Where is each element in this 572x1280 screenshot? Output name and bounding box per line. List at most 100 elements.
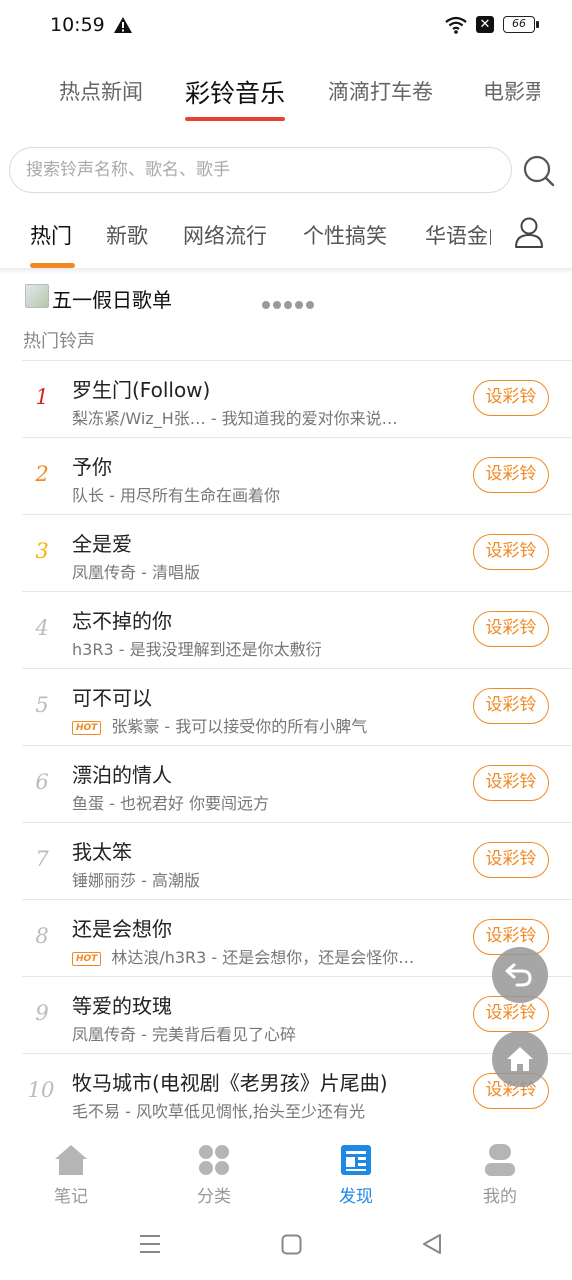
set-ringtone-button[interactable]: 设彩铃: [473, 457, 549, 493]
song-title: 牧马城市(电视剧《老男孩》片尾曲): [72, 1071, 388, 1095]
song-title: 漂泊的情人: [72, 763, 172, 787]
nav-label: 分类: [197, 1187, 231, 1207]
song-row[interactable]: 8 还是会想你 HOT 林达浪/h3R3 - 还是会想你，还是会怪你… 设彩铃: [22, 899, 572, 976]
song-row[interactable]: 6 漂泊的情人 鱼蛋 - 也祝君好 你要闯远方 设彩铃: [22, 745, 572, 822]
pager-dot: [295, 301, 303, 309]
home-icon: [507, 1047, 533, 1071]
song-title: 等爱的玫瑰: [72, 994, 172, 1018]
category-tab-hot[interactable]: 热门: [30, 220, 72, 250]
hot-badge: HOT: [72, 952, 102, 966]
category-tab-web-popular[interactable]: 网络流行: [183, 220, 267, 250]
song-title: 我太笨: [72, 840, 132, 864]
discover-icon: [341, 1145, 371, 1175]
pager-dot: [284, 301, 292, 309]
song-row[interactable]: 3 全是爱 凤凰传奇 - 清唱版 设彩铃: [22, 514, 572, 591]
song-row[interactable]: 5 可不可以 HOT 张紫豪 - 我可以接受你的所有小脾气 设彩铃: [22, 668, 572, 745]
user-icon[interactable]: [513, 216, 545, 254]
song-rank: 3: [35, 539, 49, 563]
back-arrow-icon: [505, 963, 532, 987]
banner-title[interactable]: 五一假日歌单: [52, 284, 172, 313]
status-bar: 10:59 ✕ 66: [0, 0, 572, 52]
song-subtitle: 凤凰传奇 - 清唱版: [72, 563, 200, 582]
song-subtitle: 队长 - 用尽所有生命在画着你: [72, 486, 280, 505]
top-tab-movie-ticket[interactable]: 电影票: [483, 76, 540, 106]
top-tab-ringtone-music[interactable]: 彩铃音乐: [185, 74, 285, 110]
category-divider: [0, 268, 572, 274]
search-input[interactable]: [26, 148, 496, 192]
pager-dot: [262, 301, 270, 309]
top-tab-indicator: [185, 117, 285, 121]
status-time: 10:59: [50, 14, 105, 36]
song-subtitle-wrap: HOT 张紫豪 - 我可以接受你的所有小脾气: [72, 713, 467, 737]
battery-tip: [536, 21, 539, 28]
grid-icon: [199, 1145, 229, 1175]
system-navigation-bar: [0, 1217, 572, 1280]
song-rank: 4: [35, 616, 49, 640]
floating-home-button[interactable]: [492, 1031, 548, 1087]
floating-back-button[interactable]: [492, 947, 548, 1003]
set-ringtone-button[interactable]: 设彩铃: [473, 611, 549, 647]
song-row[interactable]: 7 我太笨 锤娜丽莎 - 高潮版 设彩铃: [22, 822, 572, 899]
song-rank: 5: [35, 693, 49, 717]
category-tab-clip: 华语金曲: [425, 214, 491, 254]
section-title: 热门铃声: [23, 331, 95, 352]
nav-label: 发现: [339, 1187, 373, 1207]
song-rank: 9: [35, 1001, 49, 1025]
set-ringtone-button[interactable]: 设彩铃: [473, 688, 549, 724]
category-tab-new-songs[interactable]: 新歌: [106, 220, 148, 250]
song-rank: 6: [35, 770, 49, 794]
top-tab-didi-voucher[interactable]: 滴滴打车卷: [328, 76, 433, 106]
hot-badge: HOT: [72, 721, 102, 735]
no-sim-icon: ✕: [476, 16, 494, 33]
song-subtitle: 锤娜丽莎 - 高潮版: [72, 871, 200, 890]
song-rank: 2: [35, 462, 49, 486]
category-tab-chinese-classics[interactable]: 华语金曲: [425, 220, 491, 250]
search-icon[interactable]: [522, 154, 556, 192]
song-row[interactable]: 2 予你 队长 - 用尽所有生命在画着你 设彩铃: [22, 437, 572, 514]
battery-icon: 66: [503, 16, 535, 33]
song-rank: 1: [35, 385, 49, 409]
banner-pager-dots: [262, 294, 317, 313]
search-box: [9, 147, 512, 193]
category-tab-funny[interactable]: 个性搞笑: [303, 220, 387, 250]
wifi-icon: [444, 15, 468, 39]
song-rank: 10: [27, 1078, 55, 1102]
song-rank: 8: [35, 924, 49, 948]
song-subtitle: 张紫豪 - 我可以接受你的所有小脾气: [111, 717, 368, 736]
bottom-navigation: 笔记 分类 发现 我的: [0, 1125, 572, 1217]
back-triangle-icon[interactable]: [421, 1233, 443, 1255]
song-title: 全是爱: [72, 532, 132, 556]
song-row[interactable]: 4 忘不掉的你 h3R3 - 是我没理解到还是你太敷衍 设彩铃: [22, 591, 572, 668]
home-square-icon[interactable]: [281, 1234, 302, 1255]
pager-dot: [273, 301, 281, 309]
song-subtitle-wrap: HOT 林达浪/h3R3 - 还是会想你，还是会怪你…: [72, 944, 467, 968]
profile-icon: [485, 1144, 515, 1176]
menu-icon[interactable]: [139, 1233, 161, 1255]
song-subtitle: 毛不易 - 风吹草低见惆怅,抬头至少还有光: [72, 1102, 366, 1121]
banner-thumbnail[interactable]: [25, 284, 49, 308]
song-row[interactable]: 1 罗生门(Follow) 梨冻紧/Wiz_H张… - 我知道我的爱对你来说… …: [22, 360, 572, 437]
song-title: 忘不掉的你: [72, 609, 172, 633]
set-ringtone-button[interactable]: 设彩铃: [473, 765, 549, 801]
song-row[interactable]: 10 牧马城市(电视剧《老男孩》片尾曲) 毛不易 - 风吹草低见惆怅,抬头至少还…: [22, 1053, 572, 1130]
song-subtitle: 鱼蛋 - 也祝君好 你要闯远方: [72, 794, 270, 813]
top-tab-hot-news[interactable]: 热点新闻: [59, 76, 143, 106]
set-ringtone-button[interactable]: 设彩铃: [473, 534, 549, 570]
song-row[interactable]: 9 等爱的玫瑰 凤凰传奇 - 完美背后看见了心碎 设彩铃: [22, 976, 572, 1053]
song-subtitle: 林达浪/h3R3 - 还是会想你，还是会怪你…: [111, 948, 415, 967]
song-subtitle: h3R3 - 是我没理解到还是你太敷衍: [72, 640, 322, 659]
set-ringtone-button[interactable]: 设彩铃: [473, 842, 549, 878]
song-subtitle: 凤凰传奇 - 完美背后看见了心碎: [72, 1025, 296, 1044]
song-list: 1 罗生门(Follow) 梨冻紧/Wiz_H张… - 我知道我的爱对你来说… …: [22, 360, 572, 1130]
nav-label: 笔记: [54, 1187, 88, 1207]
pager-dot: [306, 301, 314, 309]
song-title: 可不可以: [72, 686, 152, 710]
top-tab-movie-clip: 电影票: [480, 70, 540, 110]
song-title: 罗生门(Follow): [72, 378, 211, 402]
song-subtitle: 梨冻紧/Wiz_H张… - 我知道我的爱对你来说…: [72, 409, 398, 428]
song-title: 予你: [72, 455, 112, 479]
set-ringtone-button[interactable]: 设彩铃: [473, 380, 549, 416]
nav-label: 我的: [483, 1187, 517, 1207]
song-title: 还是会想你: [72, 917, 172, 941]
song-rank: 7: [35, 847, 49, 871]
